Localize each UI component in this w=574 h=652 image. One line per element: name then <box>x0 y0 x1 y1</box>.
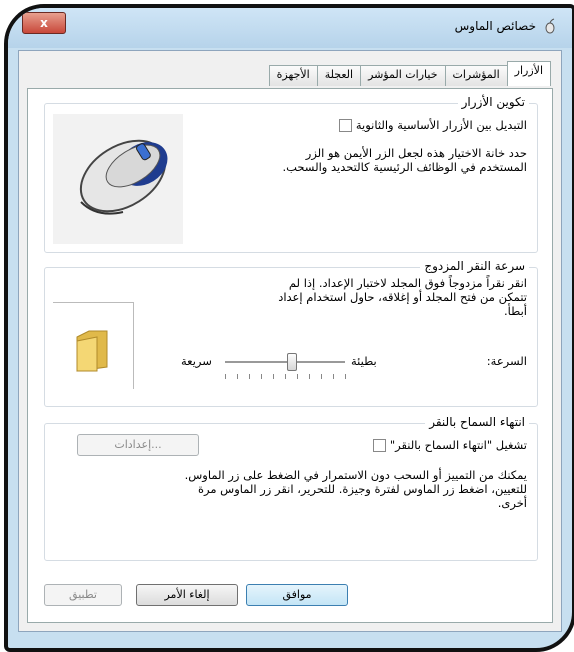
test-folder-area[interactable] <box>53 302 134 389</box>
speed-slider-ticks <box>225 374 346 380</box>
title-bar: x خصائص الماوس <box>8 8 572 48</box>
tab-hardware[interactable]: الأجهزة <box>268 65 318 86</box>
swap-buttons-checkbox[interactable] <box>339 119 353 132</box>
mouse-image <box>53 114 183 244</box>
double-click-desc-line3: أبطأ. <box>504 304 527 318</box>
tab-buttons[interactable]: الأزرار <box>506 61 551 86</box>
slider-tick <box>237 374 238 379</box>
mouse-properties-window: x خصائص الماوس الأزرار المؤشرات خيارات ا… <box>4 4 574 652</box>
speed-label: السرعة: <box>486 354 527 368</box>
slider-tick <box>309 374 310 379</box>
tab-wheel[interactable]: العجلة <box>316 65 362 86</box>
button-config-description: حدد خانة الاختيار هذه لجعل الزر الأيمن ه… <box>197 146 527 174</box>
tab-pointers[interactable]: المؤشرات <box>444 65 508 86</box>
cancel-button[interactable]: إلغاء الأمر <box>136 584 238 606</box>
apply-button[interactable]: تطبيق <box>44 584 122 606</box>
slider-tick <box>333 374 334 379</box>
double-click-description: انقر نقراً مزدوجاً فوق المجلد لاختبار ال… <box>187 276 527 318</box>
slider-tick <box>249 374 250 379</box>
slider-tick <box>225 374 226 379</box>
slider-tick <box>285 374 286 379</box>
click-lock-desc-line2: للتعيين، اضغط زر الماوس لفترة وجيزة. للت… <box>197 482 527 496</box>
tab-pointer-options[interactable]: خيارات المؤشر <box>360 65 446 86</box>
double-click-desc-line2: تتمكن من فتح المجلد أو إغلاقه، حاول استخ… <box>278 290 527 304</box>
ok-button[interactable]: موافق <box>246 584 348 606</box>
window-title: خصائص الماوس <box>454 19 536 33</box>
click-lock-desc-line1: يمكنك من التمييز أو السحب دون الاستمرار … <box>184 468 527 482</box>
click-lock-description: يمكنك من التمييز أو السحب دون الاستمرار … <box>67 468 527 510</box>
folder-icon[interactable] <box>73 329 113 373</box>
slider-tick <box>297 374 298 379</box>
slider-tick <box>273 374 274 379</box>
slider-tick <box>345 374 346 379</box>
dialog-client-area: الأزرار المؤشرات خيارات المؤشر العجلة ال… <box>18 50 562 632</box>
window-title-area: خصائص الماوس <box>455 18 558 34</box>
button-config-title: تكوين الأزرار <box>457 95 529 109</box>
button-config-desc-line2: المستخدم في الوظائف الرئيسية كالتحديد وا… <box>282 160 527 174</box>
slider-tick <box>321 374 322 379</box>
double-click-title: سرعة النقر المزدوج <box>420 259 529 273</box>
click-lock-group: انتهاء السماح بالنقر تشغيل "انتهاء السما… <box>44 415 538 561</box>
click-lock-title: انتهاء السماح بالنقر <box>425 415 529 429</box>
mouse-illustration-icon <box>79 139 168 215</box>
click-lock-desc-line3: أخرى. <box>497 496 527 510</box>
click-lock-settings-button[interactable]: إعدادات... <box>77 434 199 456</box>
slow-label: بطيئة <box>351 354 377 368</box>
speed-slider-thumb[interactable] <box>287 353 297 371</box>
swap-buttons-label: التبديل بين الأزرار الأساسية والثانوية <box>355 118 527 132</box>
button-config-desc-line1: حدد خانة الاختيار هذه لجعل الزر الأيمن ه… <box>305 146 527 160</box>
close-button[interactable]: x <box>22 12 66 34</box>
speed-slider-track[interactable] <box>225 353 345 371</box>
click-lock-label: تشغيل "انتهاء السماح بالنقر" <box>389 438 527 452</box>
buttons-tab-panel: تكوين الأزرار التبديل بين الأزرار الأساس… <box>27 88 553 623</box>
click-lock-row[interactable]: تشغيل "انتهاء السماح بالنقر" <box>287 438 527 452</box>
click-lock-checkbox[interactable] <box>373 439 387 452</box>
button-config-group: تكوين الأزرار التبديل بين الأزرار الأساس… <box>44 95 538 253</box>
swap-buttons-row[interactable]: التبديل بين الأزرار الأساسية والثانوية <box>207 118 527 132</box>
mouse-icon <box>545 18 555 34</box>
double-click-desc-line1: انقر نقراً مزدوجاً فوق المجلد لاختبار ال… <box>288 276 527 290</box>
fast-label: سريعة <box>181 354 212 368</box>
double-click-group: سرعة النقر المزدوج انقر نقراً مزدوجاً فو… <box>44 259 538 407</box>
slider-tick <box>261 374 262 379</box>
tab-strip: الأزرار المؤشرات خيارات المؤشر العجلة ال… <box>268 61 551 86</box>
